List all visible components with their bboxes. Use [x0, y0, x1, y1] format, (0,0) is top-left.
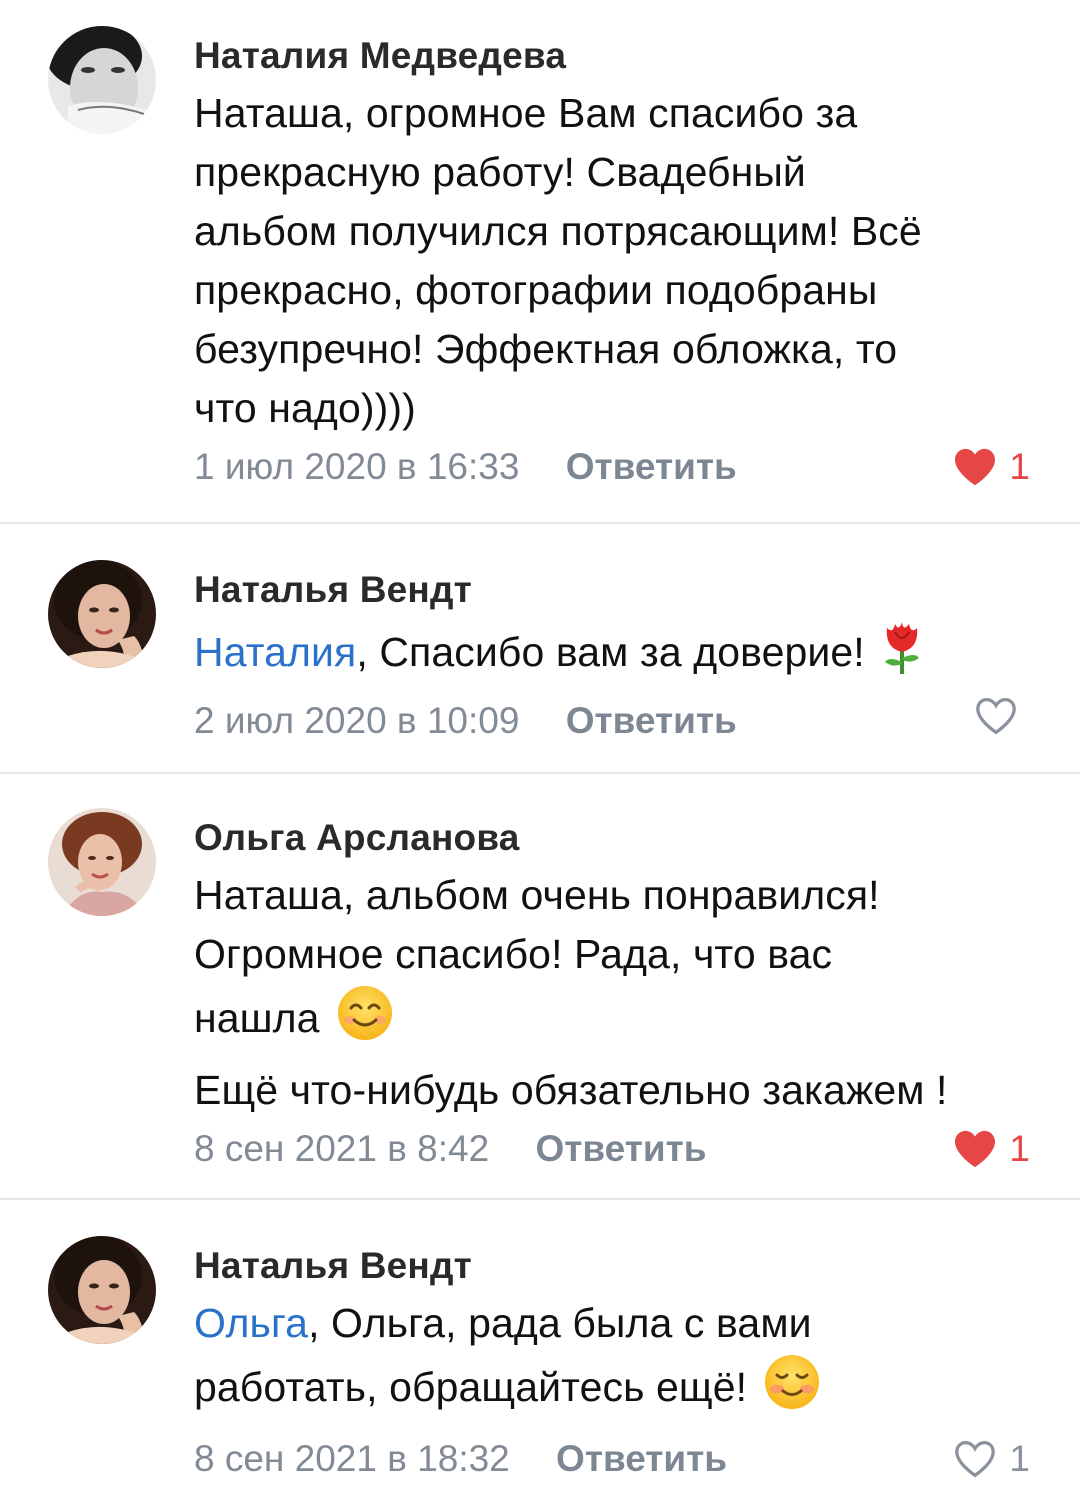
like-button[interactable]: 1 — [953, 1434, 1030, 1484]
like-button[interactable] — [974, 696, 1030, 736]
comment-text-line: альбом получился потрясающим! Всё — [194, 208, 922, 254]
like-count: 1 — [1009, 1128, 1030, 1169]
comment-text-line: прекрасно, фотографии подобраны — [194, 267, 878, 313]
reply-button[interactable]: Ответить — [566, 700, 737, 741]
comment-text-line: Наташа, огромное Вам спасибо за — [194, 90, 858, 136]
mention-link[interactable]: Наталия — [194, 629, 356, 675]
comment-item: Наталья Вендт Наталия, Спасибо вам за до… — [0, 524, 1080, 774]
comment-text-line: Огромное спасибо! Рада, что вас — [194, 931, 833, 977]
smiling-face-emoji — [336, 984, 394, 1061]
comment-text-body: , Спасибо вам за доверие! — [356, 629, 865, 675]
comment-text: Наташа, огромное Вам спасибо за прекрасн… — [194, 84, 1030, 438]
comment-text: Наталия, Спасибо вам за доверие! — [194, 618, 1030, 692]
comment-date[interactable]: 2 июл 2020 в 10:09 — [194, 700, 519, 741]
avatar-image — [48, 560, 156, 668]
comment-meta: 8 сен 2021 в 8:42 Ответить 1 — [194, 1124, 1030, 1174]
comment-date[interactable]: 8 сен 2021 в 18:32 — [194, 1438, 510, 1479]
comment-text-line: Наташа, альбом очень понравился! — [194, 872, 880, 918]
comment-meta: 2 июл 2020 в 10:09 Ответить — [194, 696, 1030, 746]
reply-button[interactable]: Ответить — [556, 1438, 727, 1479]
like-count: 1 — [1009, 1438, 1030, 1479]
avatar-image — [48, 1236, 156, 1344]
avatar[interactable] — [48, 1236, 156, 1344]
comment-author[interactable]: Ольга Арсланова — [194, 810, 1030, 866]
avatar[interactable] — [48, 26, 156, 134]
mention-link[interactable]: Ольга — [194, 1300, 308, 1346]
comment-text-line: Ольга, Ольга, рада была с вами — [194, 1294, 1030, 1353]
comment-text: Ольга, Ольга, рада была с вами работать,… — [194, 1294, 1030, 1430]
avatar[interactable] — [48, 808, 156, 916]
comment-author[interactable]: Наталия Медведева — [194, 28, 1030, 84]
avatar-image — [48, 26, 156, 134]
comment-text-line: работать, обращайтесь ещё! — [194, 1353, 1030, 1430]
comment-date[interactable]: 8 сен 2021 в 8:42 — [194, 1128, 489, 1169]
comment-text-body: , Ольга, рада была с вами — [308, 1300, 812, 1346]
comment-text-line: прекрасную работу! Свадебный — [194, 149, 806, 195]
like-button[interactable]: 1 — [953, 1124, 1030, 1174]
rose-emoji — [875, 618, 929, 692]
like-count: 1 — [1009, 446, 1030, 487]
comment-text-line: безупречно! Эффектная обложка, то — [194, 326, 898, 372]
comment-text: Наташа, альбом очень понравился! Огромно… — [194, 866, 1030, 1120]
heart-outline-icon — [976, 697, 1016, 735]
reply-button[interactable]: Ответить — [535, 1128, 706, 1169]
heart-filled-icon — [955, 1130, 996, 1168]
reply-button[interactable]: Ответить — [566, 446, 737, 487]
avatar-image — [48, 808, 156, 916]
smiling-face-blush-emoji — [763, 1353, 821, 1430]
comment-meta: 1 июл 2020 в 16:33 Ответить 1 — [194, 442, 1030, 492]
comment-author[interactable]: Наталья Вендт — [194, 562, 1030, 618]
comment-date[interactable]: 1 июл 2020 в 16:33 — [194, 446, 519, 487]
avatar[interactable] — [48, 560, 156, 668]
comment-text-line: что надо)))) — [194, 385, 416, 431]
comment-meta: 8 сен 2021 в 18:32 Ответить 1 — [194, 1434, 1030, 1484]
comment-text-line: нашла — [194, 984, 1030, 1061]
comment-item: Ольга Арсланова Наташа, альбом очень пон… — [0, 774, 1080, 1200]
comment-text-body: нашла — [194, 995, 320, 1041]
heart-filled-icon — [955, 448, 996, 486]
comment-text-line: Ещё что-нибудь обязательно закажем ! — [194, 1067, 948, 1113]
comment-item: Наталия Медведева Наташа, огромное Вам с… — [0, 0, 1080, 524]
comment-text-body: работать, обращайтесь ещё! — [194, 1364, 748, 1410]
heart-outline-icon — [955, 1440, 996, 1478]
like-button[interactable]: 1 — [953, 442, 1030, 492]
comment-author[interactable]: Наталья Вендт — [194, 1238, 1030, 1294]
comment-item: Наталья Вендт Ольга, Ольга, рада была с … — [0, 1200, 1080, 1508]
comment-text-line: Наталия, Спасибо вам за доверие! — [194, 618, 1030, 692]
